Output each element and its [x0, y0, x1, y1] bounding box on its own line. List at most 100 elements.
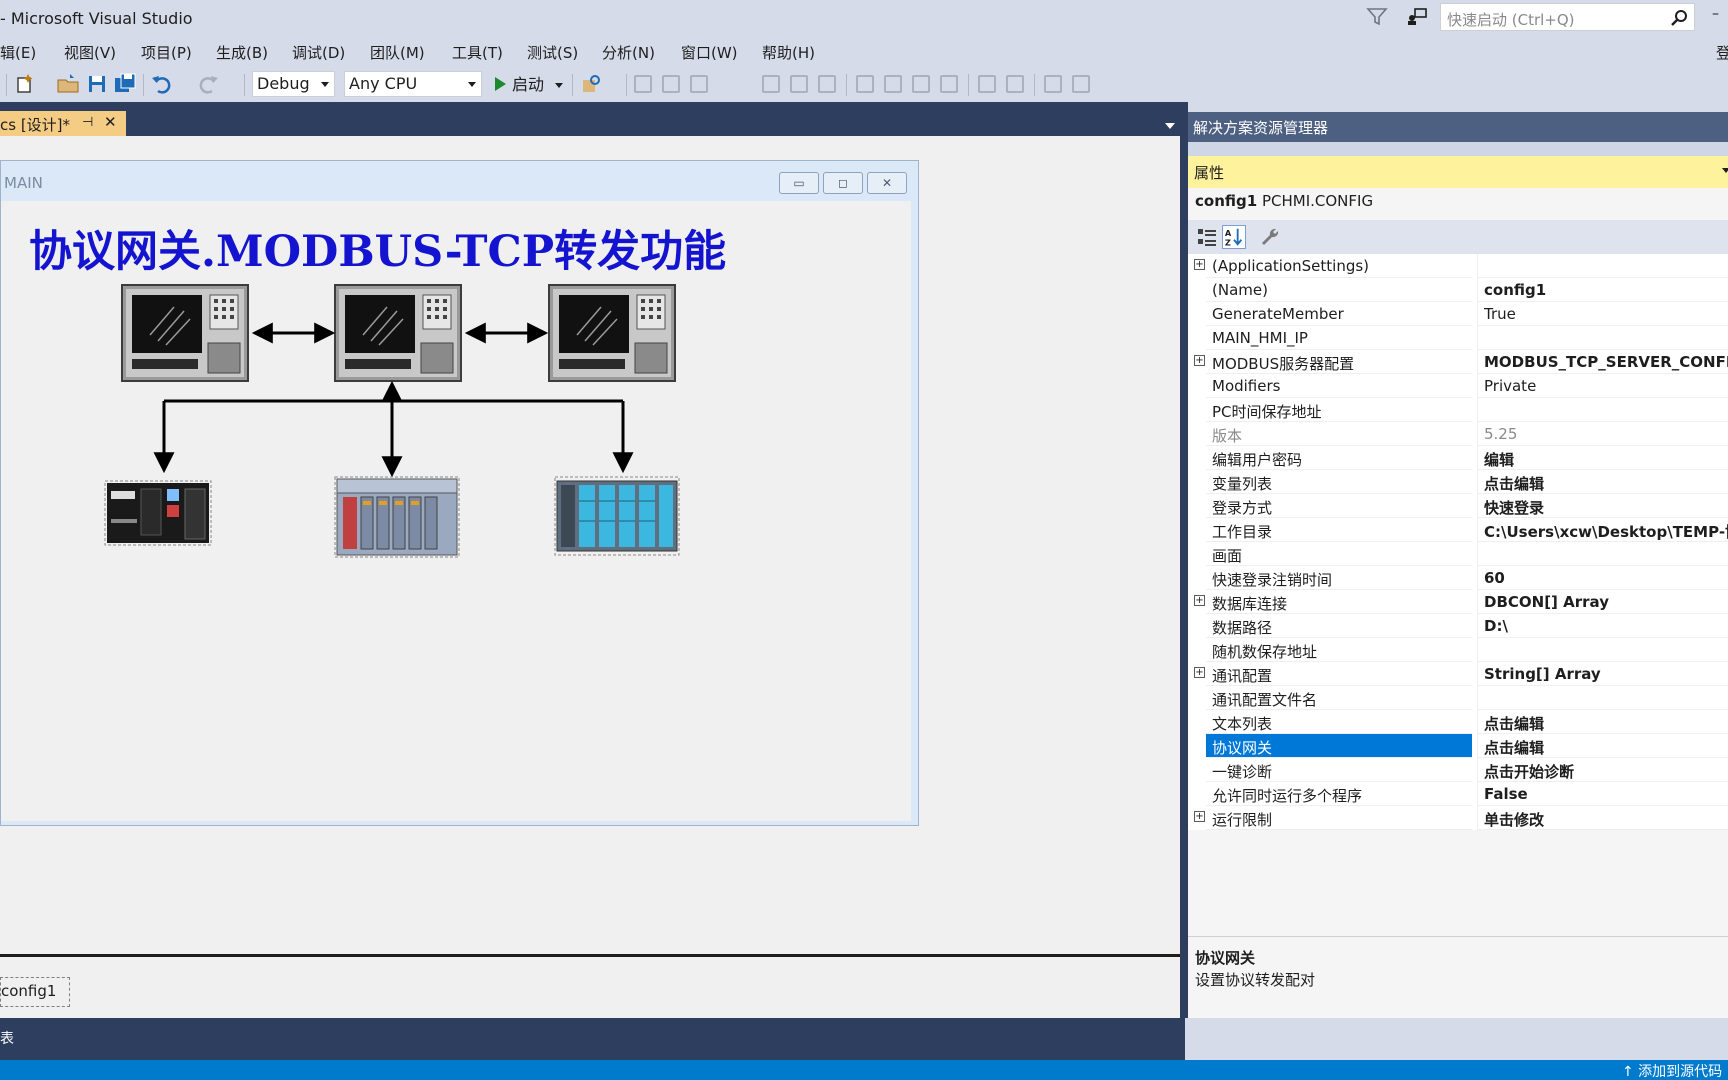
property-name[interactable]: 版本 — [1206, 422, 1472, 446]
property-row[interactable]: + 运行限制 单击修改 — [1188, 806, 1728, 830]
properties-object-selector[interactable]: config1 PCHMI.CONFIG — [1195, 192, 1373, 210]
expand-icon[interactable]: + — [1194, 811, 1205, 822]
add-to-source-control[interactable]: ↑ 添加到源代码 — [1622, 1061, 1722, 1080]
menu-team[interactable]: 团队(M) — [370, 42, 425, 63]
property-value[interactable]: 点击开始诊断 — [1477, 758, 1728, 782]
notification-filter-icon[interactable] — [1366, 7, 1388, 27]
property-row[interactable]: 工作目录 C:\Users\xcw\Desktop\TEMP-协 — [1188, 518, 1728, 542]
save-icon[interactable] — [85, 72, 109, 96]
property-row[interactable]: 画面 — [1188, 542, 1728, 566]
menu-debug[interactable]: 调试(D) — [292, 42, 345, 63]
make-same-size-icon[interactable] — [912, 75, 930, 93]
menu-build[interactable]: 生成(B) — [216, 42, 268, 63]
property-row[interactable]: 文本列表 点击编辑 — [1188, 710, 1728, 734]
solution-explorer-header[interactable]: 解决方案资源管理器 — [1188, 112, 1728, 142]
panel-splitter[interactable] — [1180, 102, 1188, 1018]
solution-configuration-select[interactable]: Debug — [252, 71, 335, 97]
align-lefts-icon[interactable] — [634, 75, 652, 93]
expand-icon[interactable]: + — [1194, 355, 1205, 366]
property-value[interactable]: 60 — [1477, 566, 1728, 590]
property-name[interactable]: 数据路径 — [1206, 614, 1472, 638]
property-value[interactable]: config1 — [1477, 278, 1728, 302]
property-value[interactable]: 快速登录 — [1477, 494, 1728, 518]
bottom-tab-label[interactable]: 表 — [0, 1028, 14, 1048]
property-name[interactable]: 协议网关 — [1206, 734, 1472, 758]
property-name[interactable]: 数据库连接 — [1206, 590, 1472, 614]
property-value[interactable] — [1477, 686, 1728, 710]
property-value[interactable]: Private — [1477, 374, 1728, 398]
property-name[interactable]: 一键诊断 — [1206, 758, 1472, 782]
bring-to-front-icon[interactable] — [1044, 75, 1062, 93]
property-row[interactable]: 变量列表 点击编辑 — [1188, 470, 1728, 494]
property-row[interactable]: 登录方式 快速登录 — [1188, 494, 1728, 518]
property-value[interactable]: 点击编辑 — [1477, 734, 1728, 758]
property-row[interactable]: 版本 5.25 — [1188, 422, 1728, 446]
menu-test[interactable]: 测试(S) — [527, 42, 578, 63]
align-middles-icon[interactable] — [790, 75, 808, 93]
property-name[interactable]: 快速登录注销时间 — [1206, 566, 1472, 590]
property-name[interactable]: MAIN_HMI_IP — [1206, 326, 1472, 350]
align-tops-icon[interactable] — [762, 75, 780, 93]
wrench-icon[interactable] — [1258, 225, 1282, 249]
component-config1[interactable]: config1 — [0, 977, 70, 1007]
form-close-button[interactable]: ✕ — [867, 172, 907, 194]
property-value[interactable] — [1477, 254, 1728, 278]
menu-help[interactable]: 帮助(H) — [762, 42, 815, 63]
property-row[interactable]: 数据路径 D:\ — [1188, 614, 1728, 638]
menu-view[interactable]: 视图(V) — [64, 42, 116, 63]
open-file-icon[interactable] — [56, 72, 80, 96]
form-minimize-button[interactable]: ▭ — [779, 172, 819, 194]
property-name[interactable]: (ApplicationSettings) — [1206, 254, 1472, 278]
property-name[interactable]: 通讯配置 — [1206, 662, 1472, 686]
property-name[interactable]: MODBUS服务器配置 — [1206, 350, 1472, 374]
categorized-icon[interactable] — [1195, 225, 1219, 249]
alphabetical-icon[interactable]: A Z — [1222, 225, 1246, 249]
property-name[interactable]: 工作目录 — [1206, 518, 1472, 542]
property-name[interactable]: (Name) — [1206, 278, 1472, 302]
property-name[interactable]: 文本列表 — [1206, 710, 1472, 734]
property-value[interactable]: 点击编辑 — [1477, 710, 1728, 734]
property-row[interactable]: + MODBUS服务器配置 MODBUS_TCP_SERVER_CONFIG[ — [1188, 350, 1728, 374]
close-icon[interactable]: ✕ — [104, 113, 117, 131]
property-name[interactable]: 随机数保存地址 — [1206, 638, 1472, 662]
property-row[interactable]: 允许同时运行多个程序 False — [1188, 782, 1728, 806]
align-bottoms-icon[interactable] — [818, 75, 836, 93]
vertical-spacing-icon[interactable] — [1006, 75, 1024, 93]
property-row[interactable]: MAIN_HMI_IP — [1188, 326, 1728, 350]
property-value[interactable] — [1477, 542, 1728, 566]
property-value[interactable]: MODBUS_TCP_SERVER_CONFIG[ — [1477, 350, 1728, 374]
property-value[interactable] — [1477, 398, 1728, 422]
property-name[interactable]: 变量列表 — [1206, 470, 1472, 494]
expand-icon[interactable]: + — [1194, 667, 1205, 678]
property-name[interactable]: 运行限制 — [1206, 806, 1472, 830]
size-to-grid-icon[interactable] — [940, 75, 958, 93]
property-value[interactable]: 单击修改 — [1477, 806, 1728, 830]
save-all-icon[interactable] — [113, 72, 137, 96]
property-value[interactable]: 点击编辑 — [1477, 470, 1728, 494]
property-row[interactable]: 通讯配置文件名 — [1188, 686, 1728, 710]
property-row[interactable]: 编辑用户密码 编辑 — [1188, 446, 1728, 470]
horizontal-spacing-icon[interactable] — [978, 75, 996, 93]
property-row[interactable]: + (ApplicationSettings) — [1188, 254, 1728, 278]
tab-list-dropdown-icon[interactable] — [1165, 123, 1175, 129]
align-rights-icon[interactable] — [690, 75, 708, 93]
send-to-back-icon[interactable] — [1072, 75, 1090, 93]
solution-platform-select[interactable]: Any CPU — [344, 71, 482, 97]
align-centers-icon[interactable] — [662, 75, 680, 93]
minimize-window-button[interactable]: – — [1712, 6, 1728, 26]
property-value[interactable]: D:\ — [1477, 614, 1728, 638]
menu-edit[interactable]: 辑(E) — [0, 42, 36, 63]
property-row[interactable]: 快速登录注销时间 60 — [1188, 566, 1728, 590]
properties-header[interactable]: 属性 — [1188, 156, 1728, 188]
property-value[interactable]: String[] Array — [1477, 662, 1728, 686]
property-row[interactable]: (Name) config1 — [1188, 278, 1728, 302]
menu-tools[interactable]: 工具(T) — [452, 42, 503, 63]
make-same-width-icon[interactable] — [856, 75, 874, 93]
property-row[interactable]: + 数据库连接 DBCON[] Array — [1188, 590, 1728, 614]
property-name[interactable]: 画面 — [1206, 542, 1472, 566]
property-name[interactable]: 通讯配置文件名 — [1206, 686, 1472, 710]
property-value[interactable]: 编辑 — [1477, 446, 1728, 470]
property-name[interactable]: PC时间保存地址 — [1206, 398, 1472, 422]
expand-icon[interactable]: + — [1194, 259, 1205, 270]
redo-icon[interactable] — [196, 72, 220, 96]
